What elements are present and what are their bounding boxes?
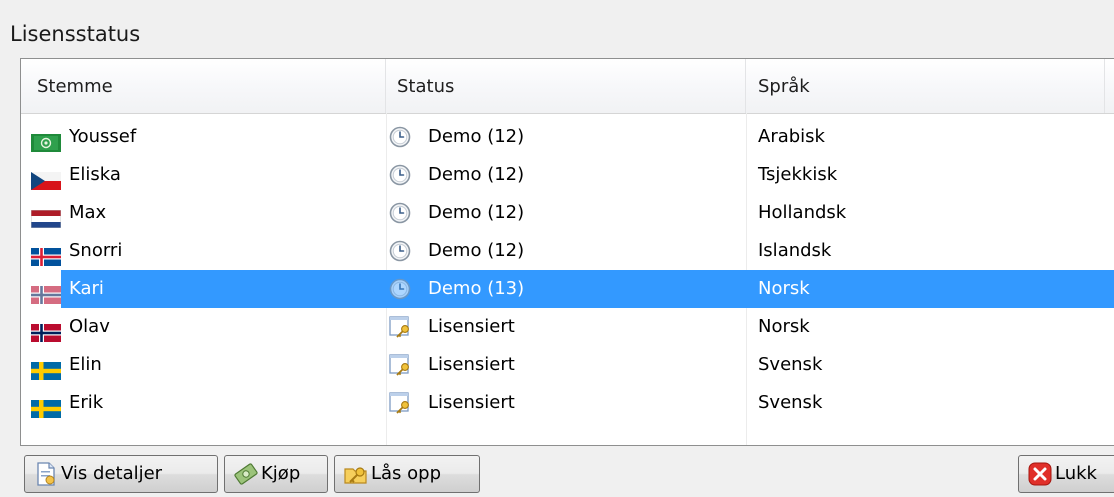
key-folder-icon — [344, 467, 367, 484]
status-cell: Lisensiert — [386, 384, 741, 422]
money-icon — [234, 463, 258, 485]
column-header-voice[interactable]: Stemme — [21, 59, 386, 113]
norway-flag-icon — [31, 318, 61, 342]
status-label: Demo (12) — [428, 240, 525, 261]
table-row[interactable]: Olav Lisensiert Norsk — [21, 308, 1114, 346]
status-cell: Lisensiert — [386, 308, 741, 346]
voice-name: Erik — [69, 392, 104, 413]
status-label: Lisensiert — [428, 392, 515, 413]
list-header: Stemme Status Språk — [21, 59, 1114, 114]
window-title: Lisensstatus — [10, 22, 141, 46]
voice-cell: Kari — [31, 270, 381, 308]
voice-name: Elin — [69, 354, 102, 375]
table-row[interactable]: Max Demo (12) Hollandsk — [21, 194, 1114, 232]
clock-icon — [388, 239, 412, 263]
document-details-icon — [37, 462, 55, 486]
language-cell: Norsk — [758, 278, 810, 299]
norway-flag-icon — [31, 280, 61, 304]
status-cell: Demo (13) — [386, 270, 741, 308]
status-label: Demo (12) — [428, 202, 525, 223]
netherlands-flag-icon — [30, 204, 62, 229]
language-cell: Arabisk — [758, 126, 825, 147]
table-row[interactable]: Snorri Demo (12) Islandsk — [21, 232, 1114, 270]
voice-cell: Max — [30, 194, 381, 232]
language-cell: Norsk — [758, 316, 810, 337]
unlock-button[interactable]: Lås opp — [334, 455, 480, 493]
clock-icon — [388, 125, 412, 149]
voice-name: Kari — [69, 278, 104, 299]
buy-button[interactable]: Kjøp — [224, 455, 328, 493]
table-row[interactable]: Eliska Demo (12) Tsjekkisk — [21, 156, 1114, 194]
status-label: Lisensiert — [428, 354, 515, 375]
status-label: Demo (13) — [428, 278, 525, 299]
voice-name: Eliska — [69, 164, 121, 185]
license-key-icon — [388, 391, 412, 415]
language-cell: Svensk — [758, 392, 823, 413]
clock-icon — [388, 201, 412, 225]
close-label: Lukk — [1055, 463, 1097, 484]
iceland-flag-icon — [31, 242, 61, 266]
table-row[interactable]: Erik Lisensiert Svensk — [21, 384, 1114, 422]
license-list[interactable]: Stemme Status Språk Youssef Demo (12) Arab… — [20, 58, 1114, 446]
voice-cell: Eliska — [31, 156, 381, 194]
status-cell: Lisensiert — [386, 346, 741, 384]
license-key-icon — [388, 353, 412, 377]
table-row[interactable]: Elin Lisensiert Svensk — [21, 346, 1114, 384]
status-cell: Demo (12) — [386, 156, 741, 194]
close-button[interactable]: Lukk — [1018, 455, 1114, 493]
status-label: Demo (12) — [428, 164, 525, 185]
table-row[interactable]: Kari Demo (13) Norsk — [21, 270, 1114, 308]
status-cell: Demo (12) — [386, 194, 741, 232]
column-header-filler — [1105, 59, 1114, 113]
view-details-label: Vis detaljer — [61, 463, 163, 484]
language-cell: Tsjekkisk — [758, 164, 838, 185]
voice-name: Olav — [69, 316, 110, 337]
view-details-button[interactable]: Vis detaljer — [24, 455, 218, 493]
status-label: Lisensiert — [428, 316, 515, 337]
voice-cell: Olav — [31, 308, 381, 346]
status-cell: Demo (12) — [386, 118, 741, 156]
column-header-language[interactable]: Språk — [746, 59, 1105, 113]
clock-icon — [388, 277, 412, 301]
license-status-window: Lisensstatus Stemme Status Språk Youssef… — [0, 0, 1114, 497]
buy-label: Kjøp — [261, 463, 301, 484]
license-key-icon — [388, 315, 412, 339]
sweden-flag-icon — [31, 356, 61, 380]
unlock-label: Lås opp — [371, 463, 442, 484]
language-cell: Hollandsk — [758, 202, 847, 223]
voice-name: Max — [69, 202, 107, 223]
table-row[interactable]: Youssef Demo (12) Arabisk — [21, 118, 1114, 156]
language-cell: Islandsk — [758, 240, 832, 261]
status-label: Demo (12) — [428, 126, 525, 147]
voice-cell: Snorri — [31, 232, 381, 270]
voice-name: Snorri — [69, 240, 123, 261]
column-header-status[interactable]: Status — [386, 59, 746, 113]
voice-cell: Erik — [31, 384, 381, 422]
clock-icon — [388, 163, 412, 187]
voice-cell: Elin — [31, 346, 381, 384]
voice-name: Youssef — [69, 126, 137, 147]
czech-flag-icon — [31, 166, 61, 190]
saudi-arabia-flag-icon — [31, 128, 61, 152]
language-cell: Svensk — [758, 354, 823, 375]
close-icon — [1028, 462, 1052, 486]
voice-cell: Youssef — [31, 118, 381, 156]
status-cell: Demo (12) — [386, 232, 741, 270]
sweden-flag-icon — [31, 394, 61, 418]
